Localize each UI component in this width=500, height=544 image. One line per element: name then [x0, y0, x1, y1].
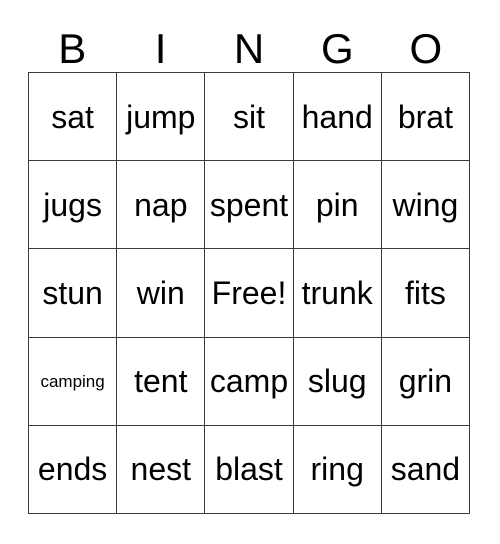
bingo-cell[interactable]: wing: [381, 161, 470, 250]
bingo-cell[interactable]: stun: [29, 249, 118, 338]
bingo-cell[interactable]: win: [117, 249, 206, 338]
bingo-cell-label: camping: [40, 371, 105, 391]
bingo-cell[interactable]: ring: [293, 425, 382, 514]
bingo-cell[interactable]: nest: [117, 425, 206, 514]
bingo-header-letter-n: N: [233, 25, 265, 72]
bingo-cell[interactable]: grin: [381, 337, 470, 426]
bingo-cell-label: tent: [134, 363, 188, 400]
bingo-cell-label: wing: [392, 186, 459, 223]
bingo-cell-label: ends: [37, 451, 108, 488]
bingo-cell-label: trunk: [301, 274, 373, 311]
bingo-cell-label: grin: [398, 363, 453, 400]
bingo-header-row: B I N G O: [28, 14, 470, 72]
bingo-header-letter-o: O: [409, 25, 443, 72]
bingo-card: B I N G O sat jump sit hand brat jugs na…: [0, 0, 500, 544]
bingo-cell[interactable]: sit: [205, 73, 294, 162]
bingo-cell[interactable]: sand: [381, 425, 470, 514]
bingo-cell-label: nap: [134, 186, 188, 223]
bingo-cell-free-space[interactable]: Free!: [205, 249, 294, 338]
bingo-cell[interactable]: jugs: [29, 161, 118, 250]
bingo-cell-label: sat: [51, 98, 94, 135]
bingo-cell-label: sit: [232, 98, 265, 135]
bingo-cell[interactable]: ends: [29, 425, 118, 514]
bingo-cell-label: fits: [404, 274, 446, 311]
bingo-cell[interactable]: spent: [205, 161, 294, 250]
bingo-header-letter-g: G: [321, 25, 354, 72]
bingo-cell[interactable]: camp: [205, 337, 294, 426]
bingo-cell-label: spent: [209, 186, 289, 223]
bingo-cell-label: Free!: [211, 274, 287, 311]
bingo-cell-label: nest: [130, 451, 192, 488]
bingo-cell[interactable]: hand: [293, 73, 382, 162]
bingo-header-letter-i: I: [154, 25, 167, 72]
bingo-cell[interactable]: sat: [29, 73, 118, 162]
bingo-header-letter-b: B: [58, 25, 87, 72]
bingo-cell[interactable]: fits: [381, 249, 470, 338]
bingo-cell-label: hand: [301, 98, 373, 135]
bingo-grid: sat jump sit hand brat jugs nap spent pi…: [28, 72, 470, 514]
bingo-cell-label: brat: [397, 98, 453, 135]
bingo-cell-label: jugs: [43, 186, 102, 223]
bingo-cell[interactable]: pin: [293, 161, 382, 250]
bingo-cell[interactable]: nap: [117, 161, 206, 250]
bingo-cell-label: camp: [209, 363, 289, 400]
bingo-cell-label: blast: [215, 451, 283, 488]
bingo-cell[interactable]: tent: [117, 337, 206, 426]
bingo-cell[interactable]: jump: [117, 73, 206, 162]
bingo-cell-label: jump: [126, 98, 196, 135]
bingo-cell-label: pin: [315, 186, 359, 223]
bingo-cell[interactable]: trunk: [293, 249, 382, 338]
bingo-cell-label: sand: [390, 451, 461, 488]
bingo-cell[interactable]: slug: [293, 337, 382, 426]
bingo-cell-label: win: [136, 274, 185, 311]
bingo-cell[interactable]: blast: [205, 425, 294, 514]
bingo-cell-label: slug: [307, 363, 367, 400]
bingo-cell-label: ring: [310, 451, 364, 488]
bingo-cell[interactable]: brat: [381, 73, 470, 162]
bingo-cell[interactable]: camping: [29, 337, 118, 426]
bingo-cell-label: stun: [42, 274, 103, 311]
